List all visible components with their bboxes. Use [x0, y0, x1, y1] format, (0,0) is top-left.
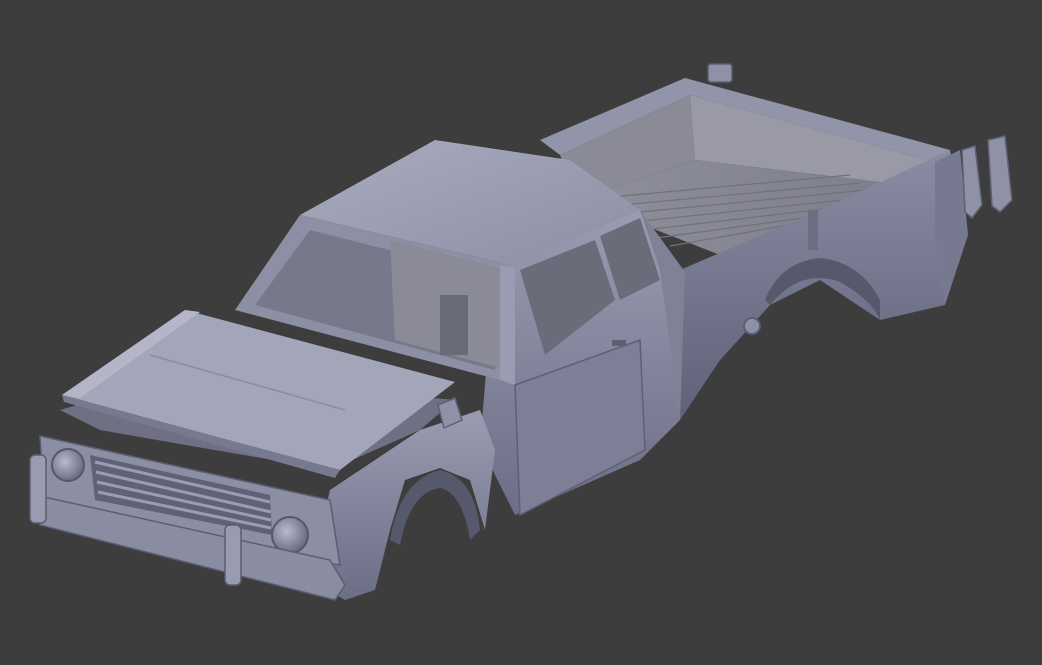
rear-window-opening — [440, 295, 468, 355]
3d-viewport[interactable] — [0, 0, 1042, 665]
door-handle — [612, 340, 626, 346]
headlight-right — [271, 516, 309, 554]
tail-light-part — [961, 145, 983, 220]
bed-bracket — [707, 63, 733, 83]
truck-model-render — [29, 63, 1013, 601]
headlight-left — [51, 448, 85, 482]
stake-pocket — [808, 210, 818, 250]
fuel-cap — [743, 317, 761, 335]
tail-light-part-2 — [987, 135, 1013, 213]
bumper-guard-right — [224, 524, 242, 586]
bumper-guard-left — [29, 454, 47, 524]
a-pillar — [500, 265, 515, 385]
